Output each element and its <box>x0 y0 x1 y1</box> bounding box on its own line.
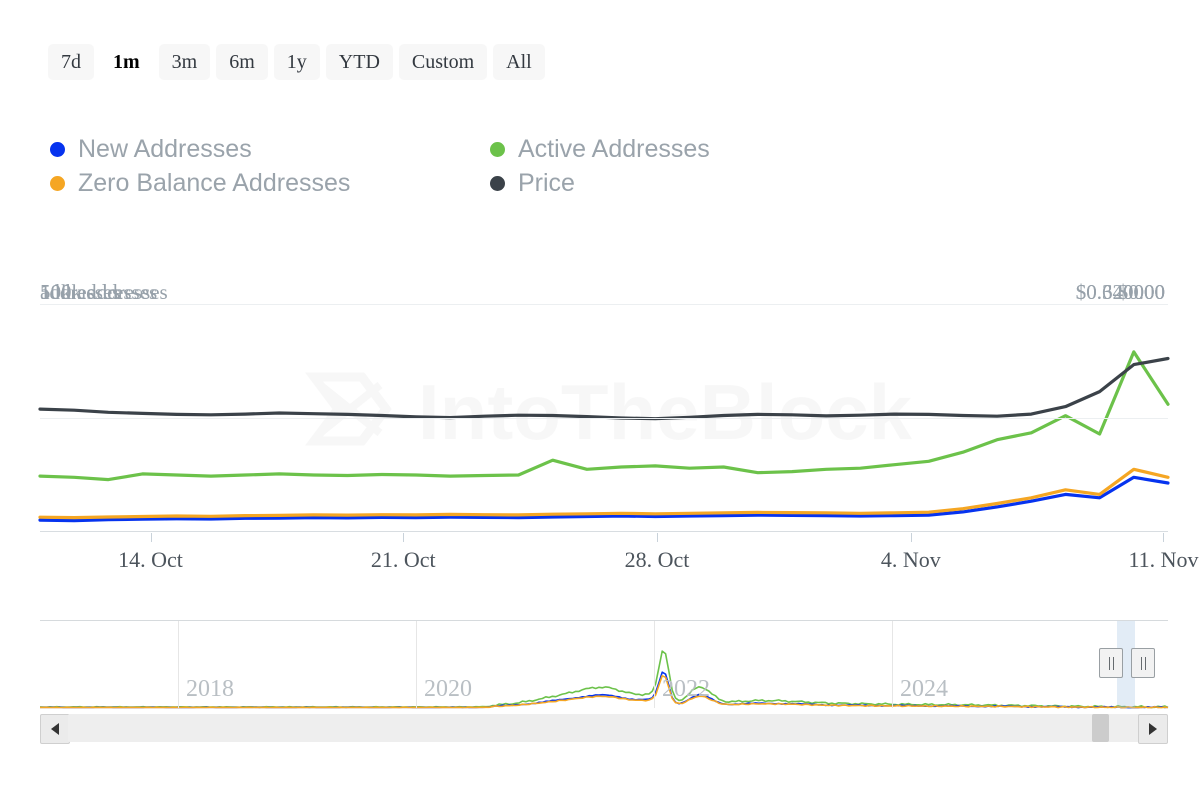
chart-page: 7d1m3m6m1yYTDCustomAll New Addresses Act… <box>0 0 1200 800</box>
legend-marker-price <box>490 176 505 191</box>
gridline-mid <box>40 418 1168 419</box>
y-axis-label-left-bottom: addresses <box>40 280 120 305</box>
x-axis-label: 21. Oct <box>371 547 436 573</box>
navigator-gridline <box>892 621 893 708</box>
range-button-1m[interactable]: 1m <box>100 44 153 80</box>
legend-label-active-addresses: Active Addresses <box>518 135 710 164</box>
chart-navigator[interactable]: 2018 2020 2022 2024 <box>40 620 1168 720</box>
navigator-handle-right[interactable] <box>1131 648 1155 678</box>
legend-label-zero-balance-addresses: Zero Balance Addresses <box>78 169 350 198</box>
plot-canvas <box>40 304 1168 532</box>
legend-marker-zero-balance-addresses <box>50 176 65 191</box>
range-button-7d[interactable]: 7d <box>48 44 94 80</box>
chevron-left-icon <box>51 723 59 735</box>
range-selector: 7d1m3m6m1yYTDCustomAll <box>48 44 545 80</box>
legend-label-price: Price <box>518 169 575 198</box>
x-axis-label: 28. Oct <box>625 547 690 573</box>
chart-legend: New Addresses Active Addresses Zero Bala… <box>50 132 810 200</box>
legend-row: Zero Balance Addresses Price <box>50 166 810 200</box>
main-chart[interactable]: 100k addresses $0.640000 50k addresses $… <box>40 280 1168 532</box>
x-axis-tick <box>151 533 152 542</box>
range-button-6m[interactable]: 6m <box>216 44 268 80</box>
legend-item-zero-balance-addresses[interactable]: Zero Balance Addresses <box>50 169 490 198</box>
navigator-year-label: 2018 <box>186 676 234 703</box>
scroll-right-button[interactable] <box>1138 714 1168 744</box>
x-axis-tick <box>1163 533 1164 542</box>
navigator-scrollbar[interactable] <box>40 714 1168 742</box>
legend-row: New Addresses Active Addresses <box>50 132 810 166</box>
range-button-1y[interactable]: 1y <box>274 44 320 80</box>
x-axis-label: 14. Oct <box>118 547 183 573</box>
navigator-gridline <box>654 621 655 708</box>
x-axis-tick <box>403 533 404 542</box>
range-button-ytd[interactable]: YTD <box>326 44 393 80</box>
range-button-custom[interactable]: Custom <box>399 44 487 80</box>
scrollbar-track[interactable] <box>68 714 1140 742</box>
legend-label-new-addresses: New Addresses <box>78 135 252 164</box>
x-axis-tick <box>657 533 658 542</box>
navigator-year-label: 2020 <box>424 676 472 703</box>
range-button-all[interactable]: All <box>493 44 545 80</box>
legend-marker-new-addresses <box>50 142 65 157</box>
navigator-gridline <box>416 621 417 708</box>
x-axis-tick <box>911 533 912 542</box>
navigator-year-label: 2022 <box>662 676 710 703</box>
scrollbar-thumb[interactable] <box>1092 714 1109 742</box>
series-line-price <box>40 359 1168 419</box>
scroll-left-button[interactable] <box>40 714 70 744</box>
y-axis-label-right-bottom: $0.00 <box>1118 280 1165 305</box>
legend-item-active-addresses[interactable]: Active Addresses <box>490 135 710 164</box>
gridline-top <box>40 304 1168 305</box>
range-button-3m[interactable]: 3m <box>159 44 211 80</box>
x-axis-label: 11. Nov <box>1128 547 1198 573</box>
legend-item-price[interactable]: Price <box>490 169 575 198</box>
navigator-gridline <box>178 621 179 708</box>
chevron-right-icon <box>1149 723 1157 735</box>
x-axis-label: 4. Nov <box>881 547 941 573</box>
x-axis-line <box>40 531 1168 532</box>
legend-marker-active-addresses <box>490 142 505 157</box>
x-axis: 14. Oct21. Oct28. Oct4. Nov11. Nov <box>40 533 1168 583</box>
navigator-handle-left[interactable] <box>1099 648 1123 678</box>
navigator-year-label: 2024 <box>900 676 948 703</box>
legend-item-new-addresses[interactable]: New Addresses <box>50 135 490 164</box>
